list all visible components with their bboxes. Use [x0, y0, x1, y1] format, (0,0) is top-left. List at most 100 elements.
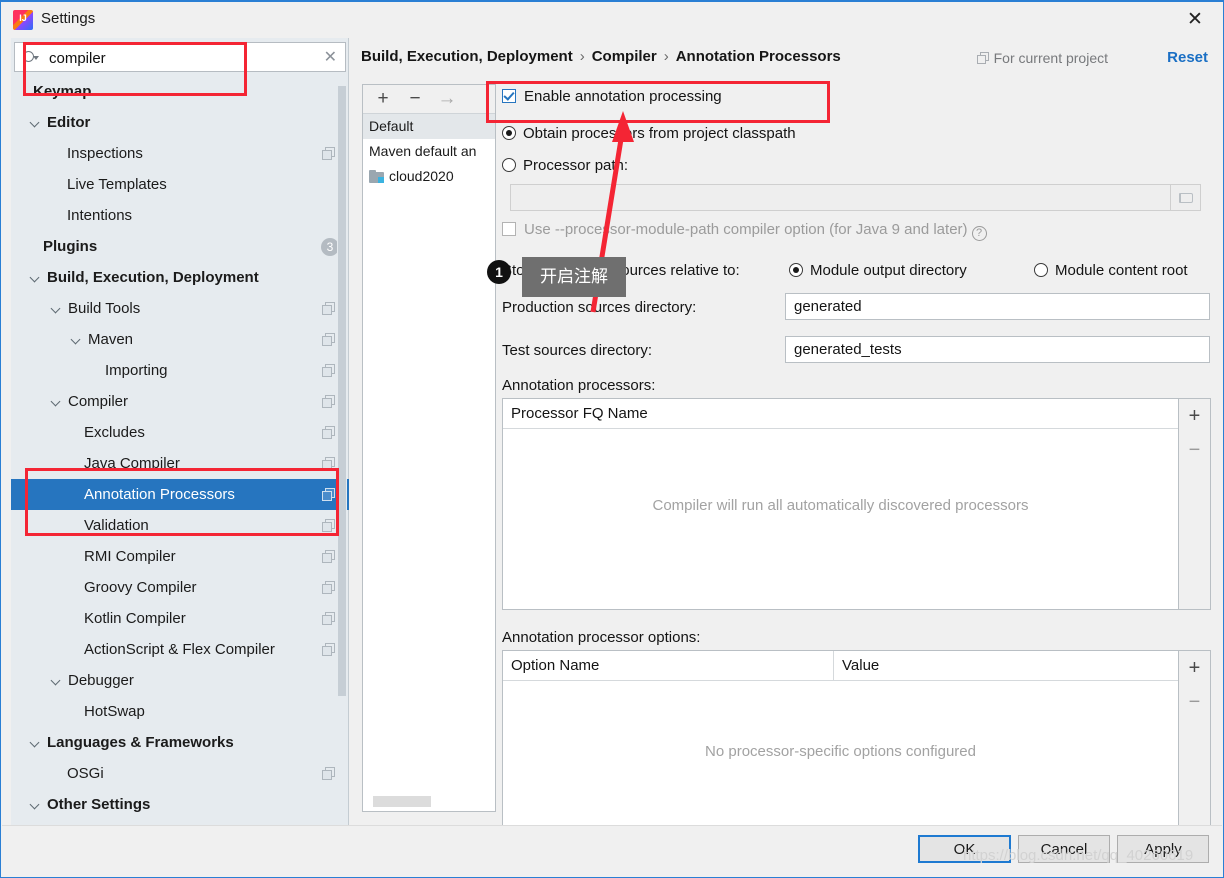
browse-processor-path-button[interactable]: [1171, 184, 1201, 211]
copy-settings-icon[interactable]: [322, 457, 335, 470]
profile-row[interactable]: Default: [363, 114, 495, 139]
sidebar-item-label: Maven: [88, 331, 134, 348]
sidebar-item-rmi-compiler[interactable]: RMI Compiler: [11, 541, 349, 572]
production-sources-input[interactable]: [785, 293, 1210, 320]
chevron-down-icon[interactable]: [72, 336, 81, 345]
sidebar-item-build-tools[interactable]: Build Tools: [11, 293, 349, 324]
sidebar-item-debugger[interactable]: Debugger: [11, 665, 349, 696]
chevron-down-icon[interactable]: [52, 677, 61, 686]
sidebar-item-java-compiler[interactable]: Java Compiler: [11, 448, 349, 479]
copy-settings-icon[interactable]: [322, 426, 335, 439]
sidebar-item-label: Java Compiler: [84, 455, 180, 472]
enable-annotation-processing-checkbox[interactable]: [502, 89, 516, 103]
sidebar-item-compiler[interactable]: Compiler: [11, 386, 349, 417]
processor-path-radio[interactable]: [502, 158, 516, 172]
sidebar-item-hotswap[interactable]: HotSwap: [11, 696, 349, 727]
search-input[interactable]: [47, 46, 317, 70]
copy-settings-icon[interactable]: [322, 395, 335, 408]
sidebar-item-plugins[interactable]: Plugins 3: [11, 231, 349, 262]
copy-settings-icon[interactable]: [322, 333, 335, 346]
add-processor-button[interactable]: +: [1179, 401, 1210, 431]
profile-row-label: Maven default an: [369, 143, 477, 159]
add-profile-button[interactable]: +: [367, 85, 399, 113]
use-processor-module-path-checkbox[interactable]: [502, 222, 516, 236]
copy-settings-icon[interactable]: [322, 147, 335, 160]
chevron-down-icon[interactable]: [31, 274, 40, 283]
test-sources-input[interactable]: [785, 336, 1210, 363]
sidebar-item-label: Groovy Compiler: [84, 579, 197, 596]
chevron-down-icon[interactable]: [52, 305, 61, 314]
profile-row[interactable]: cloud2020: [363, 164, 495, 189]
ok-button[interactable]: OK: [918, 835, 1011, 863]
breadcrumb: Build, Execution, Deployment › Compiler › An…: [361, 48, 841, 65]
annotation-processors-table: Processor FQ Name Compiler will run all …: [502, 398, 1211, 610]
profile-rows: Default Maven default an cloud2020: [363, 114, 495, 189]
sidebar-item-label: Kotlin Compiler: [84, 610, 186, 627]
sidebar-item-actionscript-flex-compiler[interactable]: ActionScript & Flex Compiler: [11, 634, 349, 665]
sidebar-item-editor[interactable]: Editor: [11, 107, 349, 138]
cancel-button[interactable]: Cancel: [1018, 835, 1110, 863]
module-content-root-radio[interactable]: [1034, 263, 1048, 277]
profile-horizontal-scrollbar[interactable]: [373, 796, 431, 807]
sidebar-item-maven[interactable]: Maven: [11, 324, 349, 355]
use-processor-module-path-row[interactable]: Use --processor-module-path compiler opt…: [502, 221, 987, 241]
remove-processor-button[interactable]: −: [1179, 435, 1210, 465]
copy-settings-icon[interactable]: [322, 612, 335, 625]
sidebar-item-live-templates[interactable]: Live Templates: [11, 169, 349, 200]
sidebar-scrollbar[interactable]: [337, 86, 347, 786]
sidebar-item-inspections[interactable]: Inspections: [11, 138, 349, 169]
sidebar-item-kotlin-compiler[interactable]: Kotlin Compiler: [11, 603, 349, 634]
copy-settings-icon[interactable]: [322, 581, 335, 594]
sidebar-item-annotation-processors[interactable]: Annotation Processors: [11, 479, 349, 510]
sidebar-item-label: Build Tools: [68, 300, 141, 317]
help-icon[interactable]: ?: [971, 226, 987, 241]
sidebar-item-label: Excludes: [84, 424, 145, 441]
copy-settings-icon[interactable]: [322, 550, 335, 563]
copy-settings-icon[interactable]: [322, 488, 335, 501]
module-content-root-row[interactable]: Module content root: [1034, 262, 1188, 280]
chevron-down-icon[interactable]: [52, 398, 61, 407]
module-output-directory-radio[interactable]: [789, 263, 803, 277]
copy-settings-icon[interactable]: [322, 643, 335, 656]
options-table-empty-text: No processor-specific options configured: [705, 743, 976, 760]
sidebar-item-build-execution-deployment[interactable]: Build, Execution, Deployment: [11, 262, 349, 293]
copy-settings-icon[interactable]: [322, 519, 335, 532]
chevron-down-icon[interactable]: [31, 739, 40, 748]
sidebar-item-languages-frameworks[interactable]: Languages & Frameworks: [11, 727, 349, 758]
remove-option-button[interactable]: −: [1179, 687, 1210, 717]
sidebar-item-importing[interactable]: Importing: [11, 355, 349, 386]
obtain-from-classpath-radio[interactable]: [502, 126, 516, 140]
copy-settings-icon[interactable]: [322, 767, 335, 780]
search-box[interactable]: ✕: [14, 42, 346, 72]
add-option-button[interactable]: +: [1179, 653, 1210, 683]
module-output-directory-row[interactable]: Module output directory: [789, 262, 967, 280]
sidebar-item-groovy-compiler[interactable]: Groovy Compiler: [11, 572, 349, 603]
clear-search-icon[interactable]: ✕: [324, 48, 337, 68]
sidebar-item-excludes[interactable]: Excludes: [11, 417, 349, 448]
sidebar-item-intentions[interactable]: Intentions: [11, 200, 349, 231]
chevron-down-icon[interactable]: [31, 119, 40, 128]
obtain-from-classpath-row[interactable]: Obtain processors from project classpath: [502, 125, 796, 143]
profile-row-label: cloud2020: [389, 168, 454, 184]
sidebar-scrollbar-thumb[interactable]: [338, 86, 346, 696]
profile-row[interactable]: Maven default an: [363, 139, 495, 164]
sidebar-item-other-settings[interactable]: Other Settings: [11, 789, 349, 820]
apply-button[interactable]: Apply: [1117, 835, 1209, 863]
breadcrumb-item: Compiler: [591, 48, 657, 65]
sidebar-item-keymap[interactable]: Keymap: [11, 76, 349, 107]
sidebar-item-validation[interactable]: Validation: [11, 510, 349, 541]
move-profile-button[interactable]: →: [431, 85, 463, 113]
chevron-down-icon[interactable]: [31, 801, 40, 810]
profile-row-label: Default: [369, 118, 414, 134]
sidebar-item-osgi[interactable]: OSGi: [11, 758, 349, 789]
sidebar-item-label: HotSwap: [84, 703, 145, 720]
enable-annotation-processing-row[interactable]: Enable annotation processing: [502, 88, 722, 106]
reset-link[interactable]: Reset: [1167, 49, 1208, 66]
copy-settings-icon[interactable]: [322, 302, 335, 315]
processor-path-row[interactable]: Processor path:: [502, 157, 628, 175]
remove-profile-button[interactable]: −: [399, 85, 431, 113]
copy-settings-icon[interactable]: [322, 364, 335, 377]
processor-path-input[interactable]: [510, 184, 1171, 211]
settings-dialog: Settings ✕ ✕ Keymap Editor Inspections Live…: [0, 0, 1224, 878]
close-icon[interactable]: ✕: [1175, 6, 1215, 34]
